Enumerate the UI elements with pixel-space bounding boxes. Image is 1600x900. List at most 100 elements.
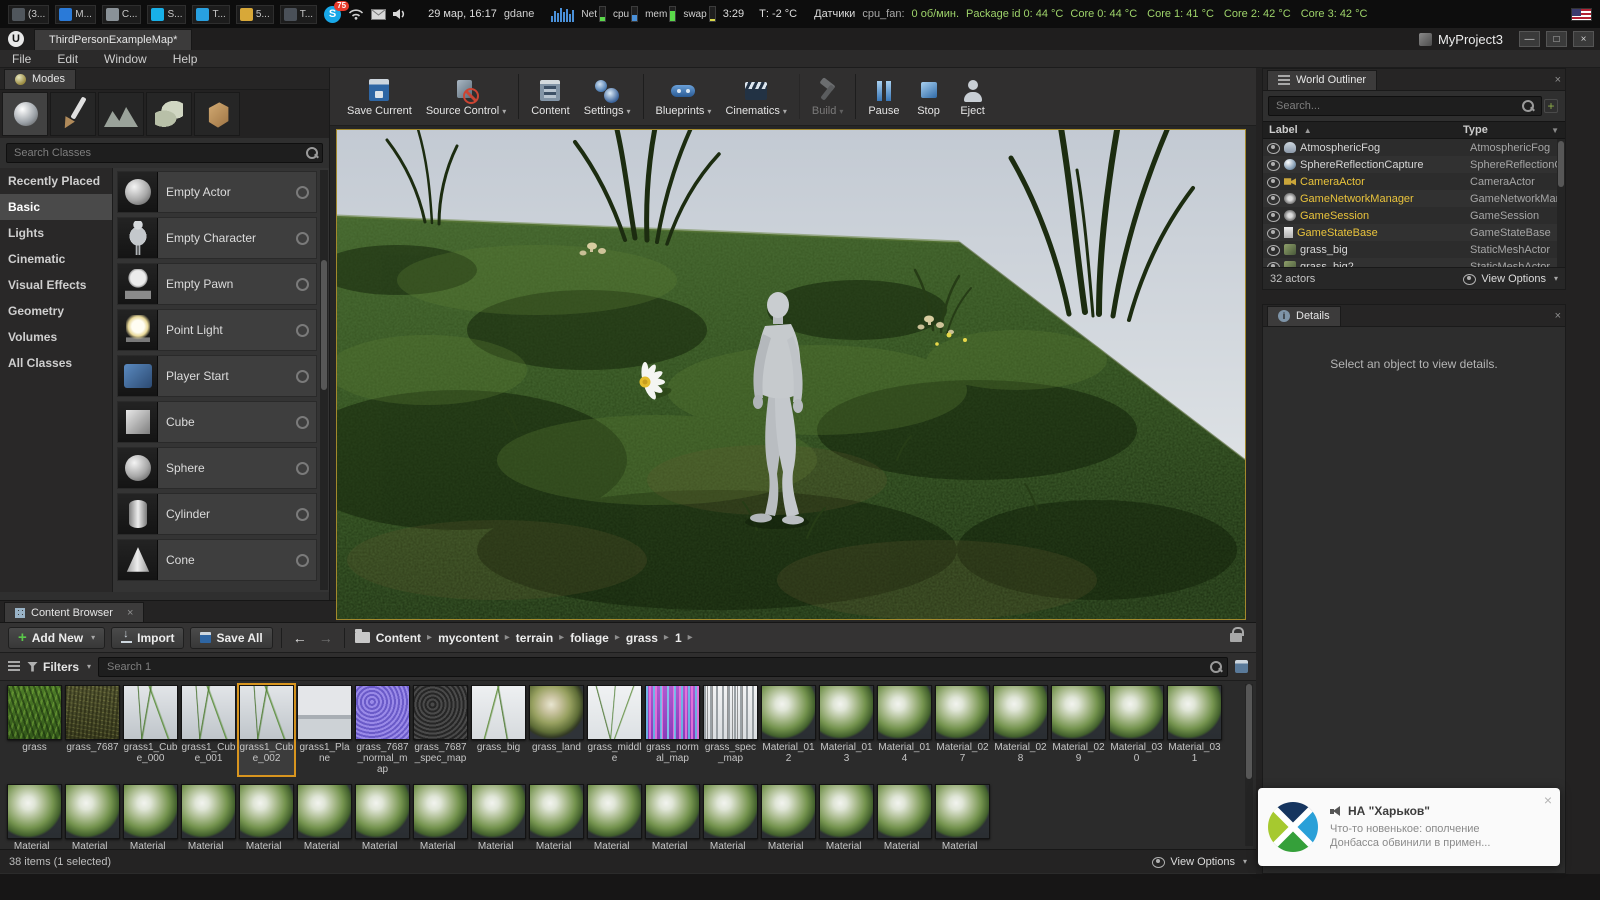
- wifi-icon[interactable]: [348, 8, 364, 20]
- keyboard-layout-flag-icon[interactable]: [1571, 8, 1592, 21]
- maximize-button[interactable]: [1546, 31, 1567, 47]
- visibility-eye-icon[interactable]: [1266, 160, 1280, 170]
- taskbar-window-button[interactable]: M...: [55, 5, 96, 24]
- asset-tile[interactable]: Material_: [355, 784, 410, 849]
- asset-tile[interactable]: Material_: [471, 784, 526, 849]
- system-meter[interactable]: swap: [683, 6, 715, 22]
- taskbar-window-button[interactable]: C...: [102, 5, 142, 24]
- asset-tile[interactable]: Material_: [703, 784, 758, 849]
- tab-modes[interactable]: Modes: [4, 69, 76, 89]
- mode-tool-button[interactable]: [98, 92, 144, 136]
- visibility-eye-icon[interactable]: [1266, 245, 1280, 255]
- asset-tile[interactable]: grass1_Cube_000: [123, 685, 178, 775]
- asset-tile[interactable]: grass_7687: [65, 685, 120, 775]
- breadcrumb-item[interactable]: foliage: [570, 631, 609, 645]
- close-button[interactable]: [1573, 31, 1594, 47]
- asset-tile[interactable]: Material_: [935, 784, 990, 849]
- tab-details[interactable]: Details: [1267, 306, 1341, 326]
- mode-tool-button[interactable]: [146, 92, 192, 136]
- asset-tile[interactable]: Material_: [877, 784, 932, 849]
- outliner-row[interactable]: grass_big2 StaticMeshActor: [1263, 258, 1565, 267]
- visibility-eye-icon[interactable]: [1266, 262, 1280, 268]
- asset-tile[interactable]: Material_031: [1167, 685, 1222, 775]
- breadcrumb-item[interactable]: 1: [675, 631, 682, 645]
- outliner-row[interactable]: GameStateBase GameStateBase: [1263, 224, 1565, 241]
- toolbar-button[interactable]: Cinematics: [718, 74, 793, 119]
- close-icon[interactable]: [1555, 74, 1561, 86]
- asset-tile[interactable]: grass_7687_normal_map: [355, 685, 410, 775]
- taskbar-window-button[interactable]: T...: [280, 5, 317, 24]
- outliner-row[interactable]: CameraActor CameraActor: [1263, 173, 1565, 190]
- filters-button[interactable]: Filters: [27, 660, 91, 674]
- asset-tile[interactable]: Material_028: [993, 685, 1048, 775]
- asset-tile[interactable]: grass: [7, 685, 62, 775]
- placeable-item[interactable]: Player Start: [117, 355, 317, 397]
- close-icon[interactable]: [127, 607, 133, 619]
- toolbar-button[interactable]: Eject: [951, 74, 995, 119]
- menu-item[interactable]: Edit: [57, 52, 78, 66]
- mode-category[interactable]: Basic: [0, 194, 112, 220]
- menu-item[interactable]: Help: [173, 52, 198, 66]
- asset-tile[interactable]: Material_012: [761, 685, 816, 775]
- column-type[interactable]: Type: [1463, 124, 1559, 136]
- mode-category[interactable]: Cinematic: [0, 246, 112, 272]
- outside-temperature[interactable]: Т: -2 °C: [759, 8, 797, 20]
- content-browser-view-options[interactable]: View Options: [1151, 856, 1247, 868]
- outliner-row[interactable]: GameSession GameSession: [1263, 207, 1565, 224]
- placeable-item[interactable]: Empty Character: [117, 217, 317, 259]
- asset-tile[interactable]: Material_: [181, 784, 236, 849]
- back-button[interactable]: [290, 630, 310, 646]
- placeable-item[interactable]: Cube: [117, 401, 317, 443]
- asset-tile[interactable]: Material_013: [819, 685, 874, 775]
- save-search-icon[interactable]: [1235, 660, 1248, 673]
- column-label[interactable]: Label: [1269, 124, 1463, 136]
- asset-tile[interactable]: Material_027: [935, 685, 990, 775]
- asset-tile[interactable]: Material_: [239, 784, 294, 849]
- breadcrumb-item[interactable]: terrain: [516, 631, 553, 645]
- breadcrumb-item[interactable]: Content: [376, 631, 421, 645]
- unreal-logo-icon[interactable]: [8, 31, 24, 47]
- asset-tile[interactable]: Material_029: [1051, 685, 1106, 775]
- toolbar-button[interactable]: Content: [518, 74, 577, 119]
- asset-tile[interactable]: Material_: [413, 784, 468, 849]
- level-viewport[interactable]: [336, 129, 1246, 620]
- asset-tile[interactable]: grass_land: [529, 685, 584, 775]
- asset-tile[interactable]: Material_014: [877, 685, 932, 775]
- modes-search-input[interactable]: [6, 143, 323, 163]
- asset-tile[interactable]: Material_: [587, 784, 642, 849]
- system-meter[interactable]: mem: [645, 6, 676, 22]
- toolbar-button[interactable]: Blueprints: [643, 74, 719, 119]
- mode-category[interactable]: Visual Effects: [0, 272, 112, 298]
- visibility-eye-icon[interactable]: [1266, 211, 1280, 221]
- asset-tile[interactable]: grass_7687_spec_map: [413, 685, 468, 775]
- asset-tile[interactable]: Material_030: [1109, 685, 1164, 775]
- placeable-item[interactable]: Point Light: [117, 309, 317, 351]
- mode-tool-button[interactable]: [194, 92, 240, 136]
- asset-tile[interactable]: Material_: [761, 784, 816, 849]
- system-meter[interactable]: Net: [581, 6, 606, 22]
- mode-tool-button[interactable]: [2, 92, 48, 136]
- asset-tile[interactable]: Material_: [123, 784, 178, 849]
- toolbar-button[interactable]: Build: [799, 74, 850, 119]
- outliner-view-options[interactable]: View Options: [1462, 273, 1558, 285]
- mode-category[interactable]: All Classes: [0, 350, 112, 376]
- mode-category[interactable]: Volumes: [0, 324, 112, 350]
- scrollbar[interactable]: [1557, 139, 1565, 267]
- placeable-item[interactable]: Cone: [117, 539, 317, 581]
- toolbar-button[interactable]: Stop: [907, 74, 951, 119]
- asset-tile[interactable]: grass_spec_map: [703, 685, 758, 775]
- asset-tile[interactable]: grass_normal_map: [645, 685, 700, 775]
- level-tab[interactable]: ThirdPersonExampleMap*: [34, 29, 192, 50]
- scrollbar[interactable]: [320, 170, 328, 590]
- close-icon[interactable]: [1544, 792, 1552, 808]
- asset-tile[interactable]: Material_: [529, 784, 584, 849]
- visibility-eye-icon[interactable]: [1266, 194, 1280, 204]
- asset-tile[interactable]: grass_middle: [587, 685, 642, 775]
- taskbar-window-button[interactable]: (3...: [8, 5, 49, 24]
- outliner-row[interactable]: GameNetworkManager GameNetworkManager: [1263, 190, 1565, 207]
- outliner-search-input[interactable]: [1268, 96, 1542, 116]
- mode-category[interactable]: Geometry: [0, 298, 112, 324]
- asset-search-input[interactable]: [98, 657, 1228, 677]
- placeable-item[interactable]: Sphere: [117, 447, 317, 489]
- notification-popup[interactable]: НА "Харьков" Что-то новенькое: ополчение…: [1258, 788, 1560, 866]
